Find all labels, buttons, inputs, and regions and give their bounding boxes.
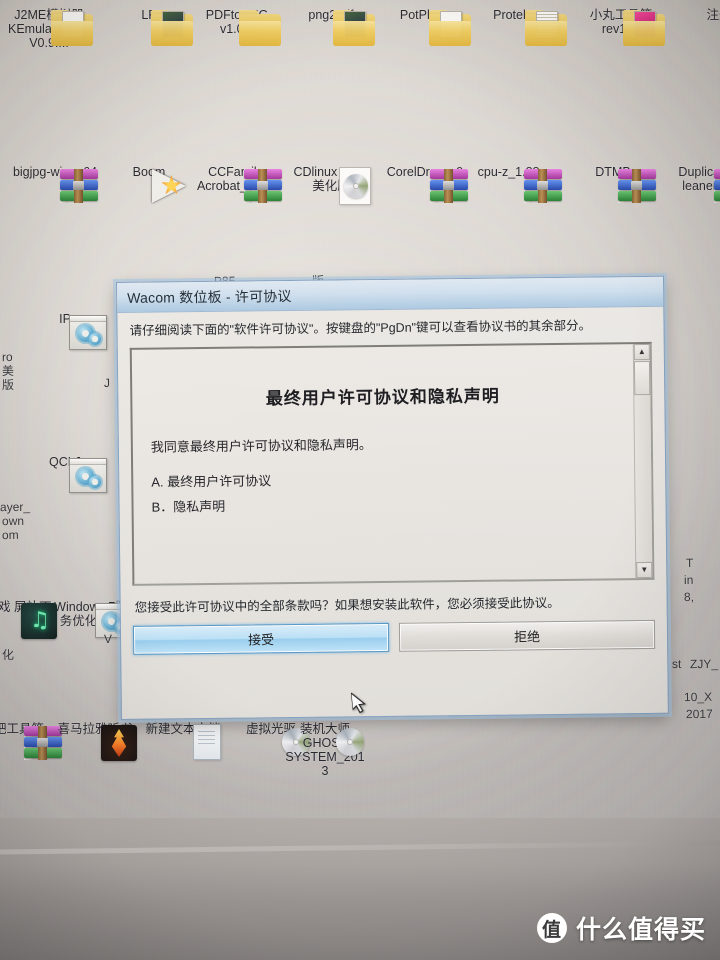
archive-icon	[244, 169, 282, 203]
desktop-icon-label: DuplicateC leanerFre	[678, 165, 720, 193]
decline-button[interactable]: 拒绝	[398, 619, 656, 652]
desktop-icon[interactable]: 小丸工具箱 rev194	[578, 8, 665, 46]
desktop-icon[interactable]: J2ME模拟器 KEmulator Lite V0.9....	[6, 8, 93, 50]
watermark: 值 什么值得买	[536, 910, 706, 946]
scrollbar-thumb[interactable]	[633, 360, 651, 396]
dialog-body: 请仔细阅读下面的"软件许可协议"。按键盘的"PgDn"键可以查看协议书的其余部分…	[117, 307, 666, 616]
desktop-icon[interactable]: 装机大师 GHOST SYSTEM_2013	[282, 722, 368, 778]
archive-icon	[714, 169, 720, 203]
eula-paragraph: 我同意最终用户许可协议和隐私声明。	[150, 437, 372, 455]
background-text-fragment: 10_X	[683, 689, 713, 705]
background-text-fragment: ZJY_	[689, 656, 719, 672]
desktop-icon[interactable]: bigjpg-win -x64	[12, 165, 98, 203]
background-text-fragment: 8,	[683, 589, 695, 605]
background-text-fragment: J	[103, 375, 111, 391]
background-text-fragment: own	[1, 513, 25, 529]
gear-icon	[69, 458, 107, 493]
desktop-icon[interactable]: png2pdf	[288, 8, 375, 46]
eula-textbox[interactable]: 最终用户许可协议和隐私声明 我同意最终用户许可协议和隐私声明。 A. 最终用户许…	[129, 341, 655, 586]
eula-heading: 最终用户许可协议和隐私声明	[265, 386, 500, 409]
archive-icon	[60, 169, 98, 203]
desktop-icon[interactable]: PotPlayer	[384, 8, 471, 46]
background-text-fragment: 美	[1, 363, 15, 379]
dialog-button-row: 接受 拒绝	[121, 610, 667, 655]
desktop-icon[interactable]: Boom	[106, 165, 192, 203]
desktop-icon[interactable]: DuplicateC leanerFre	[666, 165, 720, 203]
background-text-fragment: 化	[1, 647, 15, 663]
archive-icon	[618, 169, 656, 203]
eula-dialog: Wacom 数位板 - 许可协议 请仔细阅读下面的"软件许可协议"。按键盘的"P…	[116, 275, 669, 720]
desktop-icon[interactable]: DTMB	[570, 165, 656, 203]
desktop-icon[interactable]: 注册	[676, 8, 720, 22]
game-tile-icon: ♫	[21, 603, 57, 639]
background-text-fragment: ayer_	[0, 499, 31, 515]
background-text-fragment: 2017	[685, 706, 713, 722]
desktop-icon[interactable]: cpu-z_1.88 -cn	[476, 165, 562, 203]
background-text-fragment: ro	[1, 349, 13, 365]
background-text-fragment: T	[685, 555, 694, 571]
archive-icon	[524, 169, 562, 203]
desktop-icon[interactable]: QCLJ	[22, 455, 108, 493]
gear-icon	[69, 315, 107, 350]
desktop-icon[interactable]: 新建文本文档	[140, 722, 226, 760]
dialog-intro-text: 请仔细阅读下面的"软件许可协议"。按键盘的"PgDn"键可以查看协议书的其余部分…	[129, 318, 592, 338]
scroll-up-icon[interactable]: ▲	[633, 343, 650, 361]
background-text-fragment: om	[1, 527, 19, 543]
desktop-icon[interactable]: IP	[22, 312, 108, 350]
archive-icon	[430, 169, 468, 203]
background-text-fragment: in	[683, 572, 694, 588]
watermark-text: 什么值得买	[575, 916, 706, 944]
photo-of-monitor: J2ME模拟器 KEmulator Lite V0.9.... LP PDFtoPN…	[0, 0, 720, 960]
text-document-icon	[193, 724, 221, 760]
dialog-title: Wacom 数位板 - 许可协议	[127, 287, 292, 306]
desktop-icon[interactable]: CCFamily_ Acrobat_X P85	[196, 165, 282, 203]
audio-app-icon	[101, 725, 137, 761]
desktop-icon[interactable]: 喜马拉雅听书	[52, 722, 138, 761]
background-text-fragment: V	[103, 631, 113, 647]
eula-scrollbar[interactable]: ▲ ▼	[632, 343, 653, 579]
background-text-fragment: 版	[1, 377, 15, 393]
eula-item-b: B．隐私声明	[151, 498, 226, 515]
desktop-icon[interactable]: Protel99se	[480, 8, 567, 46]
desktop-icon[interactable]: CDlinux 0.9.7 美化版	[288, 165, 374, 205]
scroll-down-icon[interactable]: ▼	[636, 561, 653, 579]
eula-item-a: A. 最终用户许可协议	[151, 473, 272, 490]
accept-button[interactable]: 接受	[132, 622, 390, 655]
desktop-icon[interactable]: ♫7游戏 屏补丁	[0, 600, 58, 639]
desktop-icon[interactable]: LP	[106, 8, 193, 46]
watermark-badge-icon: 值	[536, 913, 567, 943]
desktop-icon[interactable]: PDFtoPNG v1.0.1	[194, 8, 281, 46]
background-text-fragment: st	[671, 656, 682, 672]
desktop-icon-label: 注册	[706, 8, 720, 22]
desktop-icon[interactable]: CorelDraw _9	[382, 165, 468, 203]
eula-content: 最终用户许可协议和隐私声明 我同意最终用户许可协议和隐私声明。 A. 最终用户许…	[132, 344, 636, 584]
